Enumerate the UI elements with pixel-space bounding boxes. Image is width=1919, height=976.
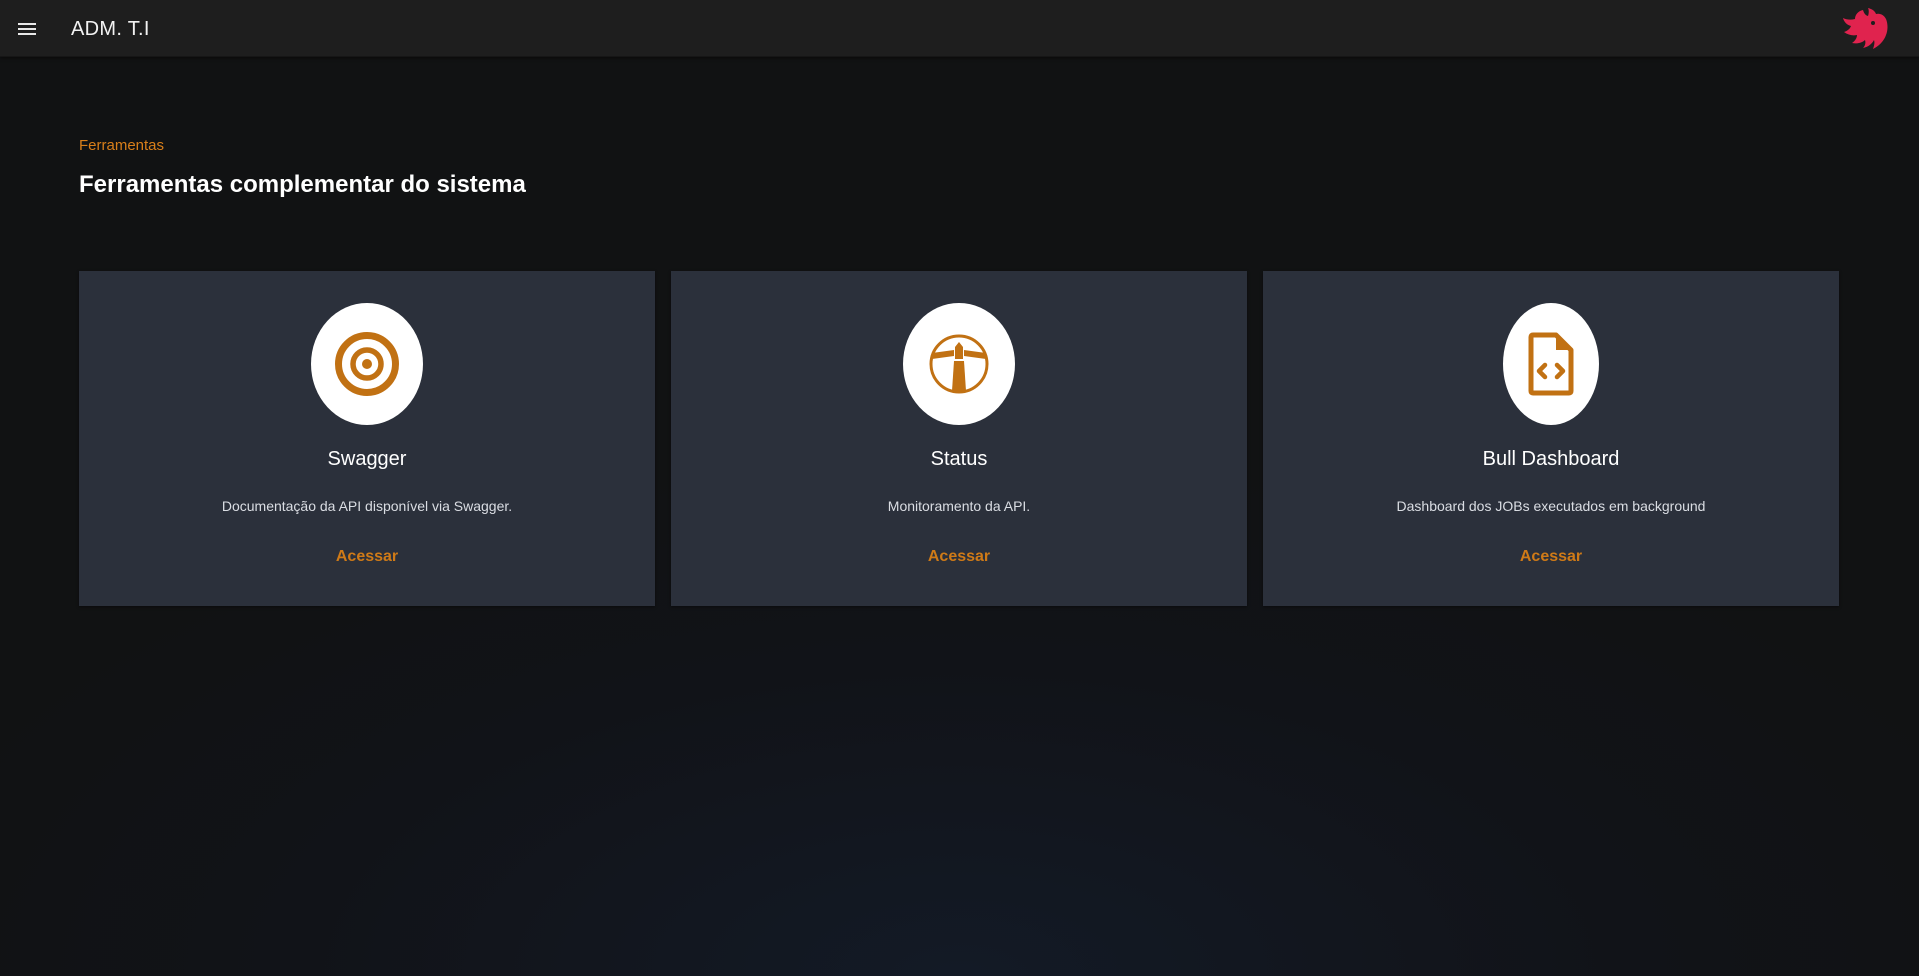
card-description: Monitoramento da API. [887, 498, 1031, 514]
app-title: ADM. T.I [71, 18, 150, 40]
card-title: Bull Dashboard [1482, 448, 1620, 470]
tool-card-bull-dashboard: Bull Dashboard Dashboard dos JOBs execut… [1263, 271, 1839, 606]
page-title: Ferramentas complementar do sistema [79, 171, 526, 198]
page-subtitle: Ferramentas [79, 137, 165, 154]
nestjs-logo-icon [1843, 8, 1888, 49]
top-app-bar: ADM. T.I [0, 0, 1919, 57]
target-icon [311, 303, 423, 425]
card-title: Swagger [327, 448, 407, 470]
access-link-swagger[interactable]: Acessar [336, 548, 398, 566]
card-description: Documentação da API disponível via Swagg… [221, 498, 513, 514]
tool-card-swagger: Swagger Documentação da API disponível v… [79, 271, 655, 606]
code-file-icon [1503, 303, 1599, 425]
lighthouse-icon [903, 303, 1015, 425]
card-title: Status [930, 448, 988, 470]
access-link-bull-dashboard[interactable]: Acessar [1520, 548, 1582, 566]
access-link-status[interactable]: Acessar [928, 548, 990, 566]
hamburger-menu-icon[interactable] [8, 12, 46, 46]
tool-card-status: Status Monitoramento da API. Acessar [671, 271, 1247, 606]
card-description: Dashboard dos JOBs executados em backgro… [1396, 498, 1706, 514]
